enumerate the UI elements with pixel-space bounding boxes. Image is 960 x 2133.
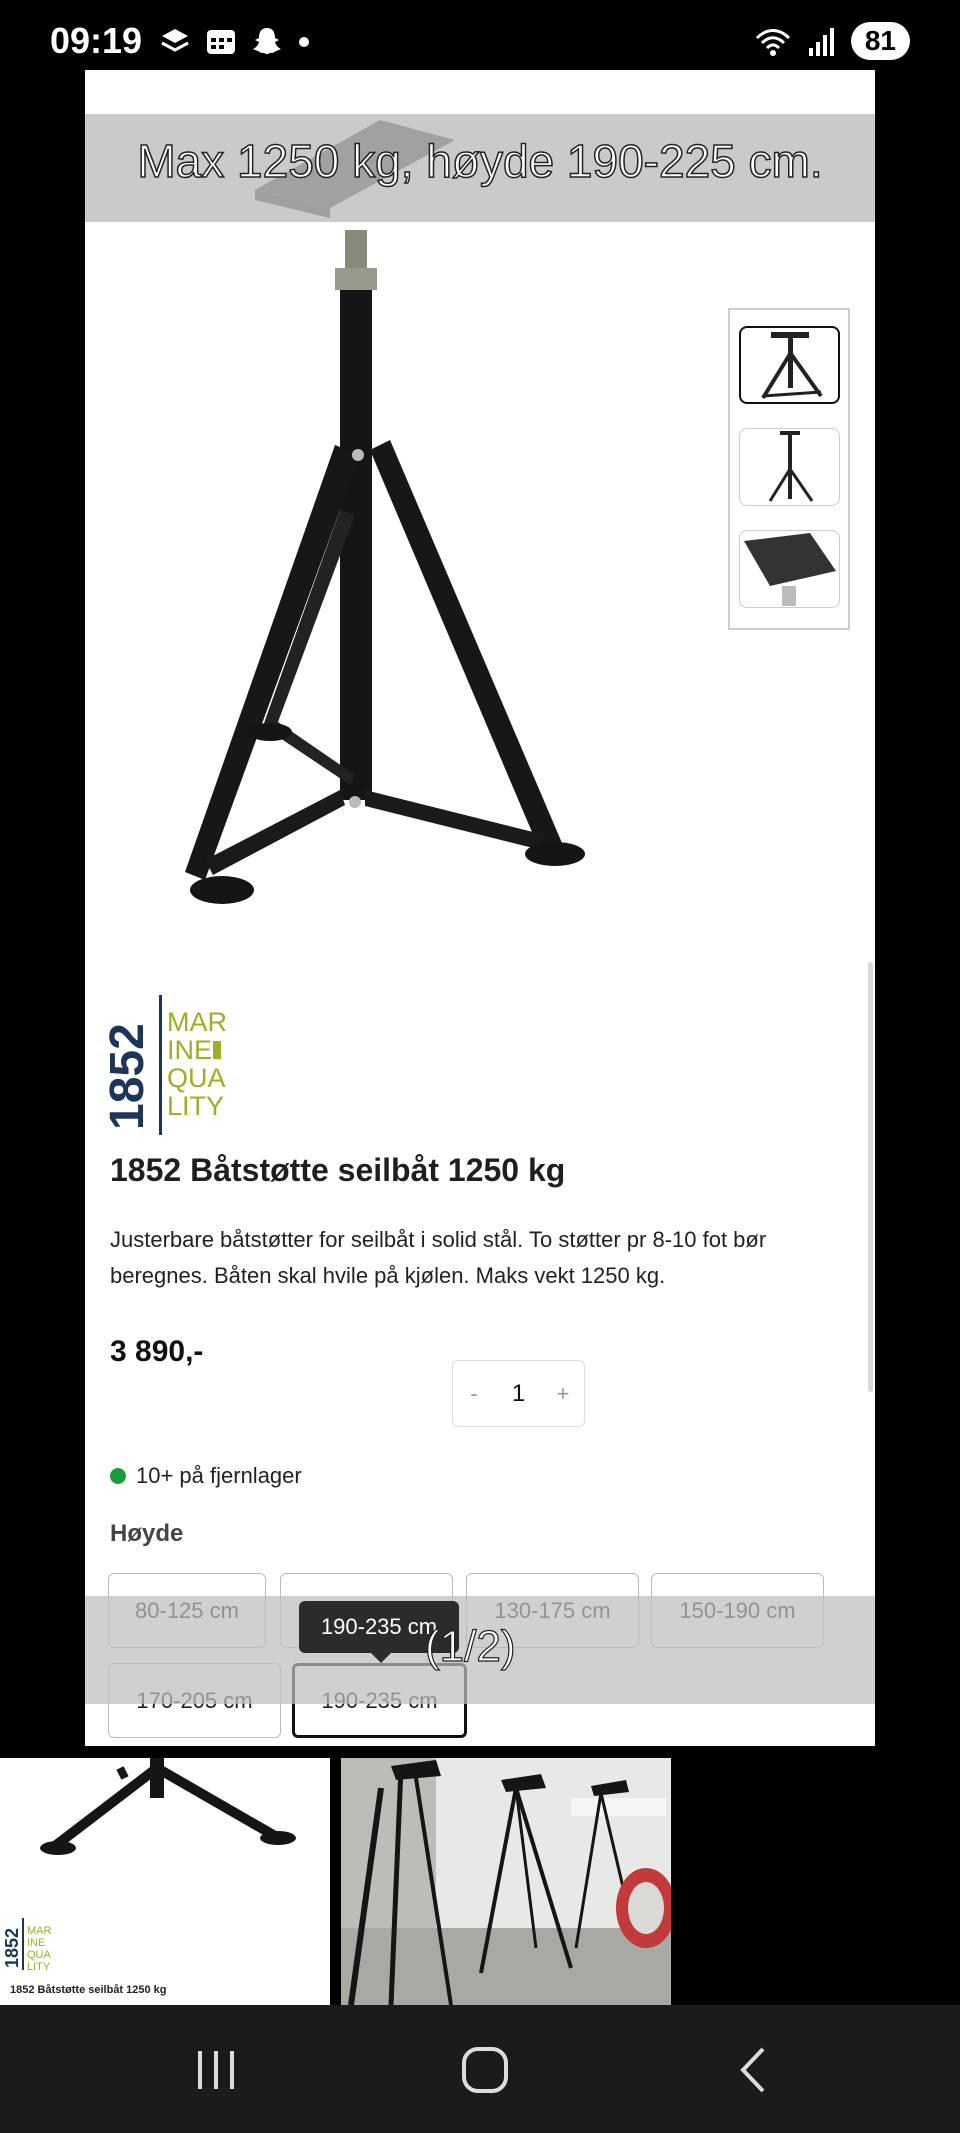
notification-icons <box>158 24 312 58</box>
svg-text:INE: INE <box>27 1937 45 1949</box>
product-price: 3 890,- <box>110 1335 204 1368</box>
status-time: 09:19 <box>50 20 143 61</box>
scrollbar[interactable] <box>868 962 873 1392</box>
gallery-caption: 1852 Båtstøtte seilbåt 1250 kg <box>10 1984 167 1996</box>
logo-number: 1852 <box>107 1023 154 1130</box>
stand-pad-icon <box>744 533 836 606</box>
quantity-increase-button[interactable]: + <box>554 1381 572 1407</box>
logo-line-2: INE <box>167 1035 212 1065</box>
battery-indicator: 81 <box>850 22 910 60</box>
system-nav-bar <box>0 2005 960 2133</box>
quantity-value[interactable]: 1 <box>512 1380 525 1408</box>
svg-text:QUA: QUA <box>27 1949 52 1961</box>
snapchat-icon <box>253 28 281 54</box>
signal-icon <box>808 28 834 56</box>
thumbnail-2[interactable] <box>739 428 840 506</box>
wifi-icon <box>755 29 790 56</box>
gallery-image-1[interactable]: 1852 MAR INE QUA LITY 1852 Båtstøtte sei… <box>0 1758 330 2005</box>
stand-tall-icon <box>768 431 814 502</box>
stock-text: 10+ på fjernlager <box>136 1463 302 1488</box>
product-title: 1852 Båtstøtte seilbåt 1250 kg <box>110 1152 566 1188</box>
system-icons: 81 <box>753 22 910 60</box>
svg-text:1852: 1852 <box>2 1928 22 1968</box>
back-icon[interactable] <box>725 2045 785 2095</box>
stand-full-icon <box>761 332 823 400</box>
logo-line-1: MAR <box>167 1007 227 1037</box>
garage-photo-icon <box>341 1758 671 2005</box>
home-icon[interactable] <box>455 2045 515 2095</box>
gallery-image-2[interactable] <box>341 1758 671 2005</box>
thumbnail-1[interactable] <box>739 326 840 404</box>
quantity-stepper: - 1 + <box>452 1360 585 1427</box>
calendar-icon <box>207 30 235 54</box>
svg-text:LITY: LITY <box>27 1961 51 1973</box>
option-label: Høyde <box>110 1520 184 1547</box>
logo-line-4: LITY <box>167 1091 224 1121</box>
stock-status: 10+ på fjernlager <box>110 1463 302 1489</box>
thumbnail-strip <box>728 308 850 630</box>
svg-text:MAR: MAR <box>27 1925 52 1937</box>
image-caption: Max 1250 kg, høyde 190-225 cm. <box>137 134 824 188</box>
thumbnail-3[interactable] <box>739 530 840 608</box>
stock-dot-icon <box>110 1468 126 1484</box>
recents-icon[interactable] <box>186 2045 246 2095</box>
brand-logo: 1852 MAR INE QUA LITY <box>107 995 227 1135</box>
stand-thumbnail-icon: 1852 MAR INE QUA LITY <box>2 1758 296 1973</box>
logo-line-3: QUA <box>167 1063 226 1093</box>
quantity-decrease-button[interactable]: - <box>465 1381 483 1407</box>
layers-icon <box>161 29 189 52</box>
dot-icon <box>299 37 309 47</box>
image-counter: (1/2) <box>424 1621 516 1671</box>
product-card: Max 1250 kg, høyde 190-225 cm. 1852 MAR … <box>85 70 875 1746</box>
product-description: Justerbare båtstøtter for seilbåt i soli… <box>110 1227 767 1288</box>
